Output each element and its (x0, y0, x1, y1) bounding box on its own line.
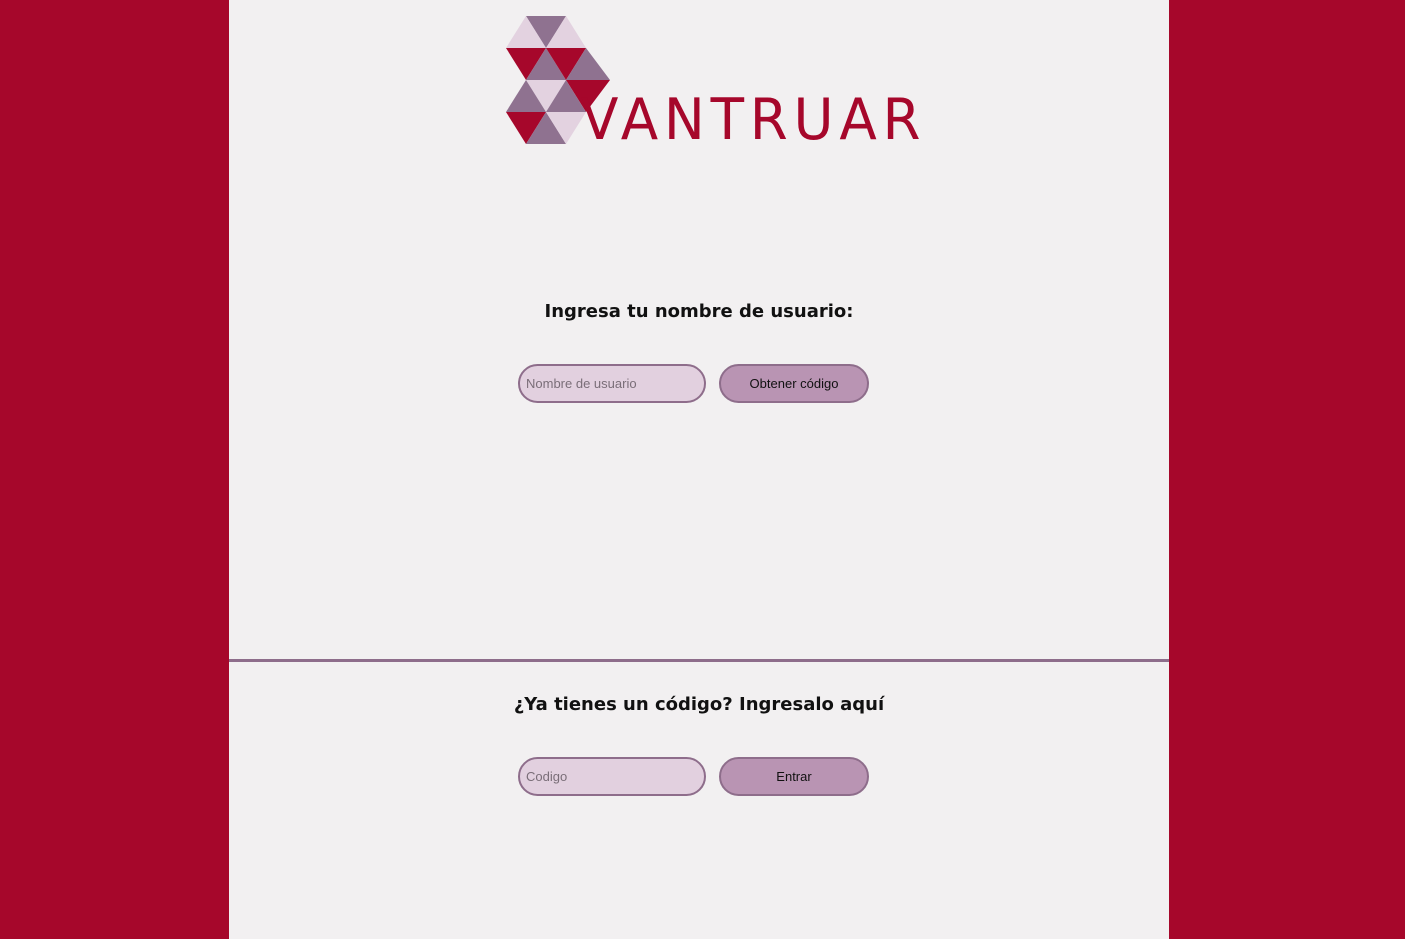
username-input[interactable] (518, 364, 706, 403)
username-heading: Ingresa tu nombre de usuario: (544, 301, 854, 322)
brand-name: VANTRUAR (581, 87, 927, 153)
enter-button[interactable]: Entrar (719, 757, 869, 796)
brand-logo: VANTRUAR (506, 14, 921, 164)
code-input[interactable] (518, 757, 706, 796)
code-heading: ¿Ya tienes un código? Ingresalo aquí (513, 694, 885, 715)
request-code-form: Obtener código (518, 364, 869, 403)
login-panel: VANTRUAR Ingresa tu nombre de usuario: O… (229, 0, 1169, 939)
get-code-button[interactable]: Obtener código (719, 364, 869, 403)
enter-code-form: Entrar (518, 757, 869, 796)
section-divider (229, 659, 1169, 662)
